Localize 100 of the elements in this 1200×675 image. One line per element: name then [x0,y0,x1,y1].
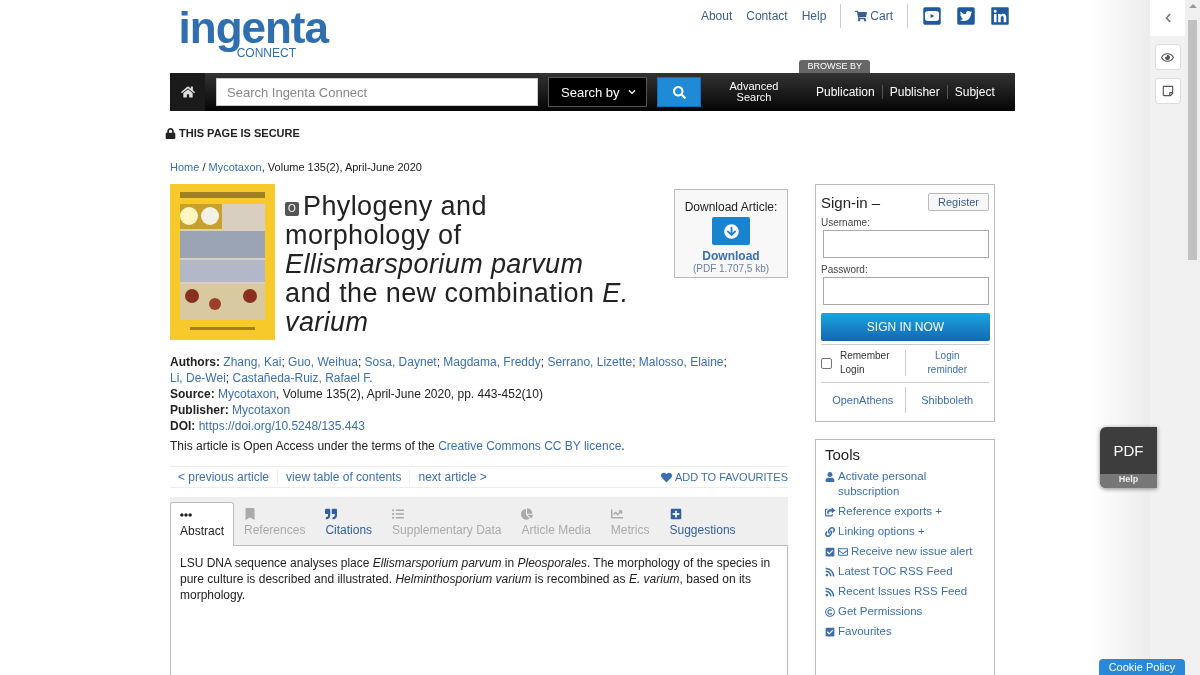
rss-icon [825,567,835,577]
advanced-search-link[interactable]: Advanced Search [719,81,789,103]
search-field[interactable]: Search Ingenta Connect [216,78,538,106]
author-separator: ; [436,355,440,369]
tab[interactable]: Citations [315,501,383,545]
sign-in-title: Sign-in – [821,193,881,211]
user-icon [825,472,835,482]
quote-icon [325,508,338,520]
search-button[interactable] [657,77,701,107]
checkbox-icon [825,547,835,557]
source-line: Source: Mycotaxon, Volume 135(2), April-June 2020, pp. 443-452(10) [170,386,544,402]
pdf-widget[interactable]: PDF Help [1100,427,1157,488]
tool-link[interactable]: Linking options + [825,524,985,539]
article-nav-link[interactable]: view table of contents [277,470,410,484]
tab[interactable]: Abstract [170,502,234,546]
home-icon [180,85,195,99]
export-icon [825,507,835,517]
cart-link[interactable]: Cart [855,9,893,23]
login-reminder-link[interactable]: Login reminder [917,349,978,377]
chevron-down-icon [628,88,636,96]
doi-link[interactable]: https://doi.org/10.5248/135.443 [198,419,365,433]
cookie-policy-button[interactable]: Cookie Policy [1099,659,1185,675]
note-icon [1161,85,1174,97]
download-link[interactable]: Download [702,249,760,263]
pdf-label: PDF [1112,441,1145,461]
password-field[interactable] [823,277,989,305]
article-nav-link[interactable]: < previous article [170,470,278,484]
remember-label: Remember Login [840,349,891,377]
eye-button[interactable] [1154,44,1181,70]
password-label: Password: [821,264,869,275]
doi-line: DOI: https://doi.org/10.5248/135.443 [170,418,366,434]
envelope-icon [838,547,848,557]
browse-link[interactable]: Subject [946,85,1002,99]
download-icon [723,223,739,239]
username-label: Username: [821,217,871,228]
author-separator: ; [632,355,636,369]
publisher-name-link[interactable]: Mycotaxon [232,403,291,417]
institution-login-link[interactable]: Shibboleth [921,393,974,407]
secure-notice: THIS PAGE IS SECURE [179,127,300,139]
header-link[interactable]: About [700,9,733,23]
list-icon [392,508,405,520]
authors-line: Authors: Zhang, Kai; Guo, Weihua; Sosa, Daynet; Magdama, Freddy; Serrano, Lizette; Malosso, Elaine; Li, De-Wei; Castañeda-Ruiz, Rafael F. [170,354,728,386]
browse-link[interactable]: Publisher [881,85,947,99]
tool-link[interactable]: Latest TOC RSS Feed [825,564,985,579]
institution-login-link[interactable]: OpenAthens [832,393,894,407]
header-link[interactable]: Contact [746,9,788,23]
linkedin-icon[interactable] [990,6,1010,26]
rss-icon [825,587,835,597]
tools-title: Tools [825,446,861,463]
author-link[interactable]: Castañeda-Ruiz, Rafael F. [232,371,373,385]
license-notice: This article is Open Access under the terms of the Creative Commons CC BY licence. [170,438,626,454]
open-access-badge: O [285,202,299,216]
add-to-favourites-link[interactable]: ADD TO FAVOURITES [660,471,788,483]
search-by-dropdown[interactable]: Search by [548,77,647,107]
cart-icon [855,10,868,22]
youtube-icon[interactable] [922,6,942,26]
download-label: Download Article: [684,200,778,214]
tab[interactable]: Suggestions [659,501,746,545]
line-chart-icon [610,508,623,520]
header-link[interactable]: Help [801,9,827,23]
author-separator: ; [540,355,545,369]
tool-link[interactable]: Receive new issue alert [825,544,985,559]
browse-link[interactable]: Publication [809,85,882,99]
breadcrumb-link[interactable]: Mycotaxon [208,161,262,173]
copyright-icon [825,607,835,617]
author-link[interactable]: Guo, Weihua [288,355,358,369]
breadcrumb: Home / Mycotaxon, Volume 135(2), April-June 2020 [170,161,423,173]
author-separator: ; [225,371,230,385]
plus-icon [669,508,682,520]
download-icon-button[interactable] [712,217,750,245]
note-button[interactable] [1154,78,1181,104]
article-title: O Phylogeny and morphology of Ellismarsporium parvum and the new combination E. varium [285,192,630,337]
scrollbar[interactable] [1185,0,1200,675]
tool-link[interactable]: Get Permissions [825,604,985,619]
author-separator: ; [357,355,362,369]
author-link[interactable]: Malosso, Elaine [638,355,724,369]
breadcrumb-separator: / [202,161,206,173]
pie-chart-icon [521,508,534,520]
author-link[interactable]: Li, De-Wei [170,371,226,385]
tool-link[interactable]: Activate personal subscription [825,469,985,499]
home-button[interactable] [170,73,205,111]
username-field[interactable] [823,230,989,258]
ingenta-logo[interactable]: ingenta CONNECT [168,0,328,73]
link-icon [825,527,835,537]
tool-link[interactable]: Recent Issues RSS Feed [825,584,985,599]
heart-icon [660,471,672,483]
article-nav-link[interactable]: next article > [409,470,495,484]
sign-in-button[interactable]: SIGN IN NOW [821,313,990,341]
author-link[interactable]: Sosa, Daynet [364,355,437,369]
file-size: (PDF 1.707,5 kb) [692,263,770,274]
tool-link[interactable]: Favourites [825,624,985,639]
twitter-icon[interactable] [956,6,976,26]
checkbox-icon [825,627,835,637]
author-link[interactable]: Magdama, Freddy [443,355,541,369]
remember-checkbox[interactable] [821,357,832,369]
tool-link[interactable]: Reference exports + [825,504,985,519]
publisher-line: Publisher: Mycotaxon [170,402,292,418]
breadcrumb-link[interactable]: Home [170,161,200,173]
bookmark-icon [244,508,256,520]
register-button[interactable]: Register [928,193,989,211]
